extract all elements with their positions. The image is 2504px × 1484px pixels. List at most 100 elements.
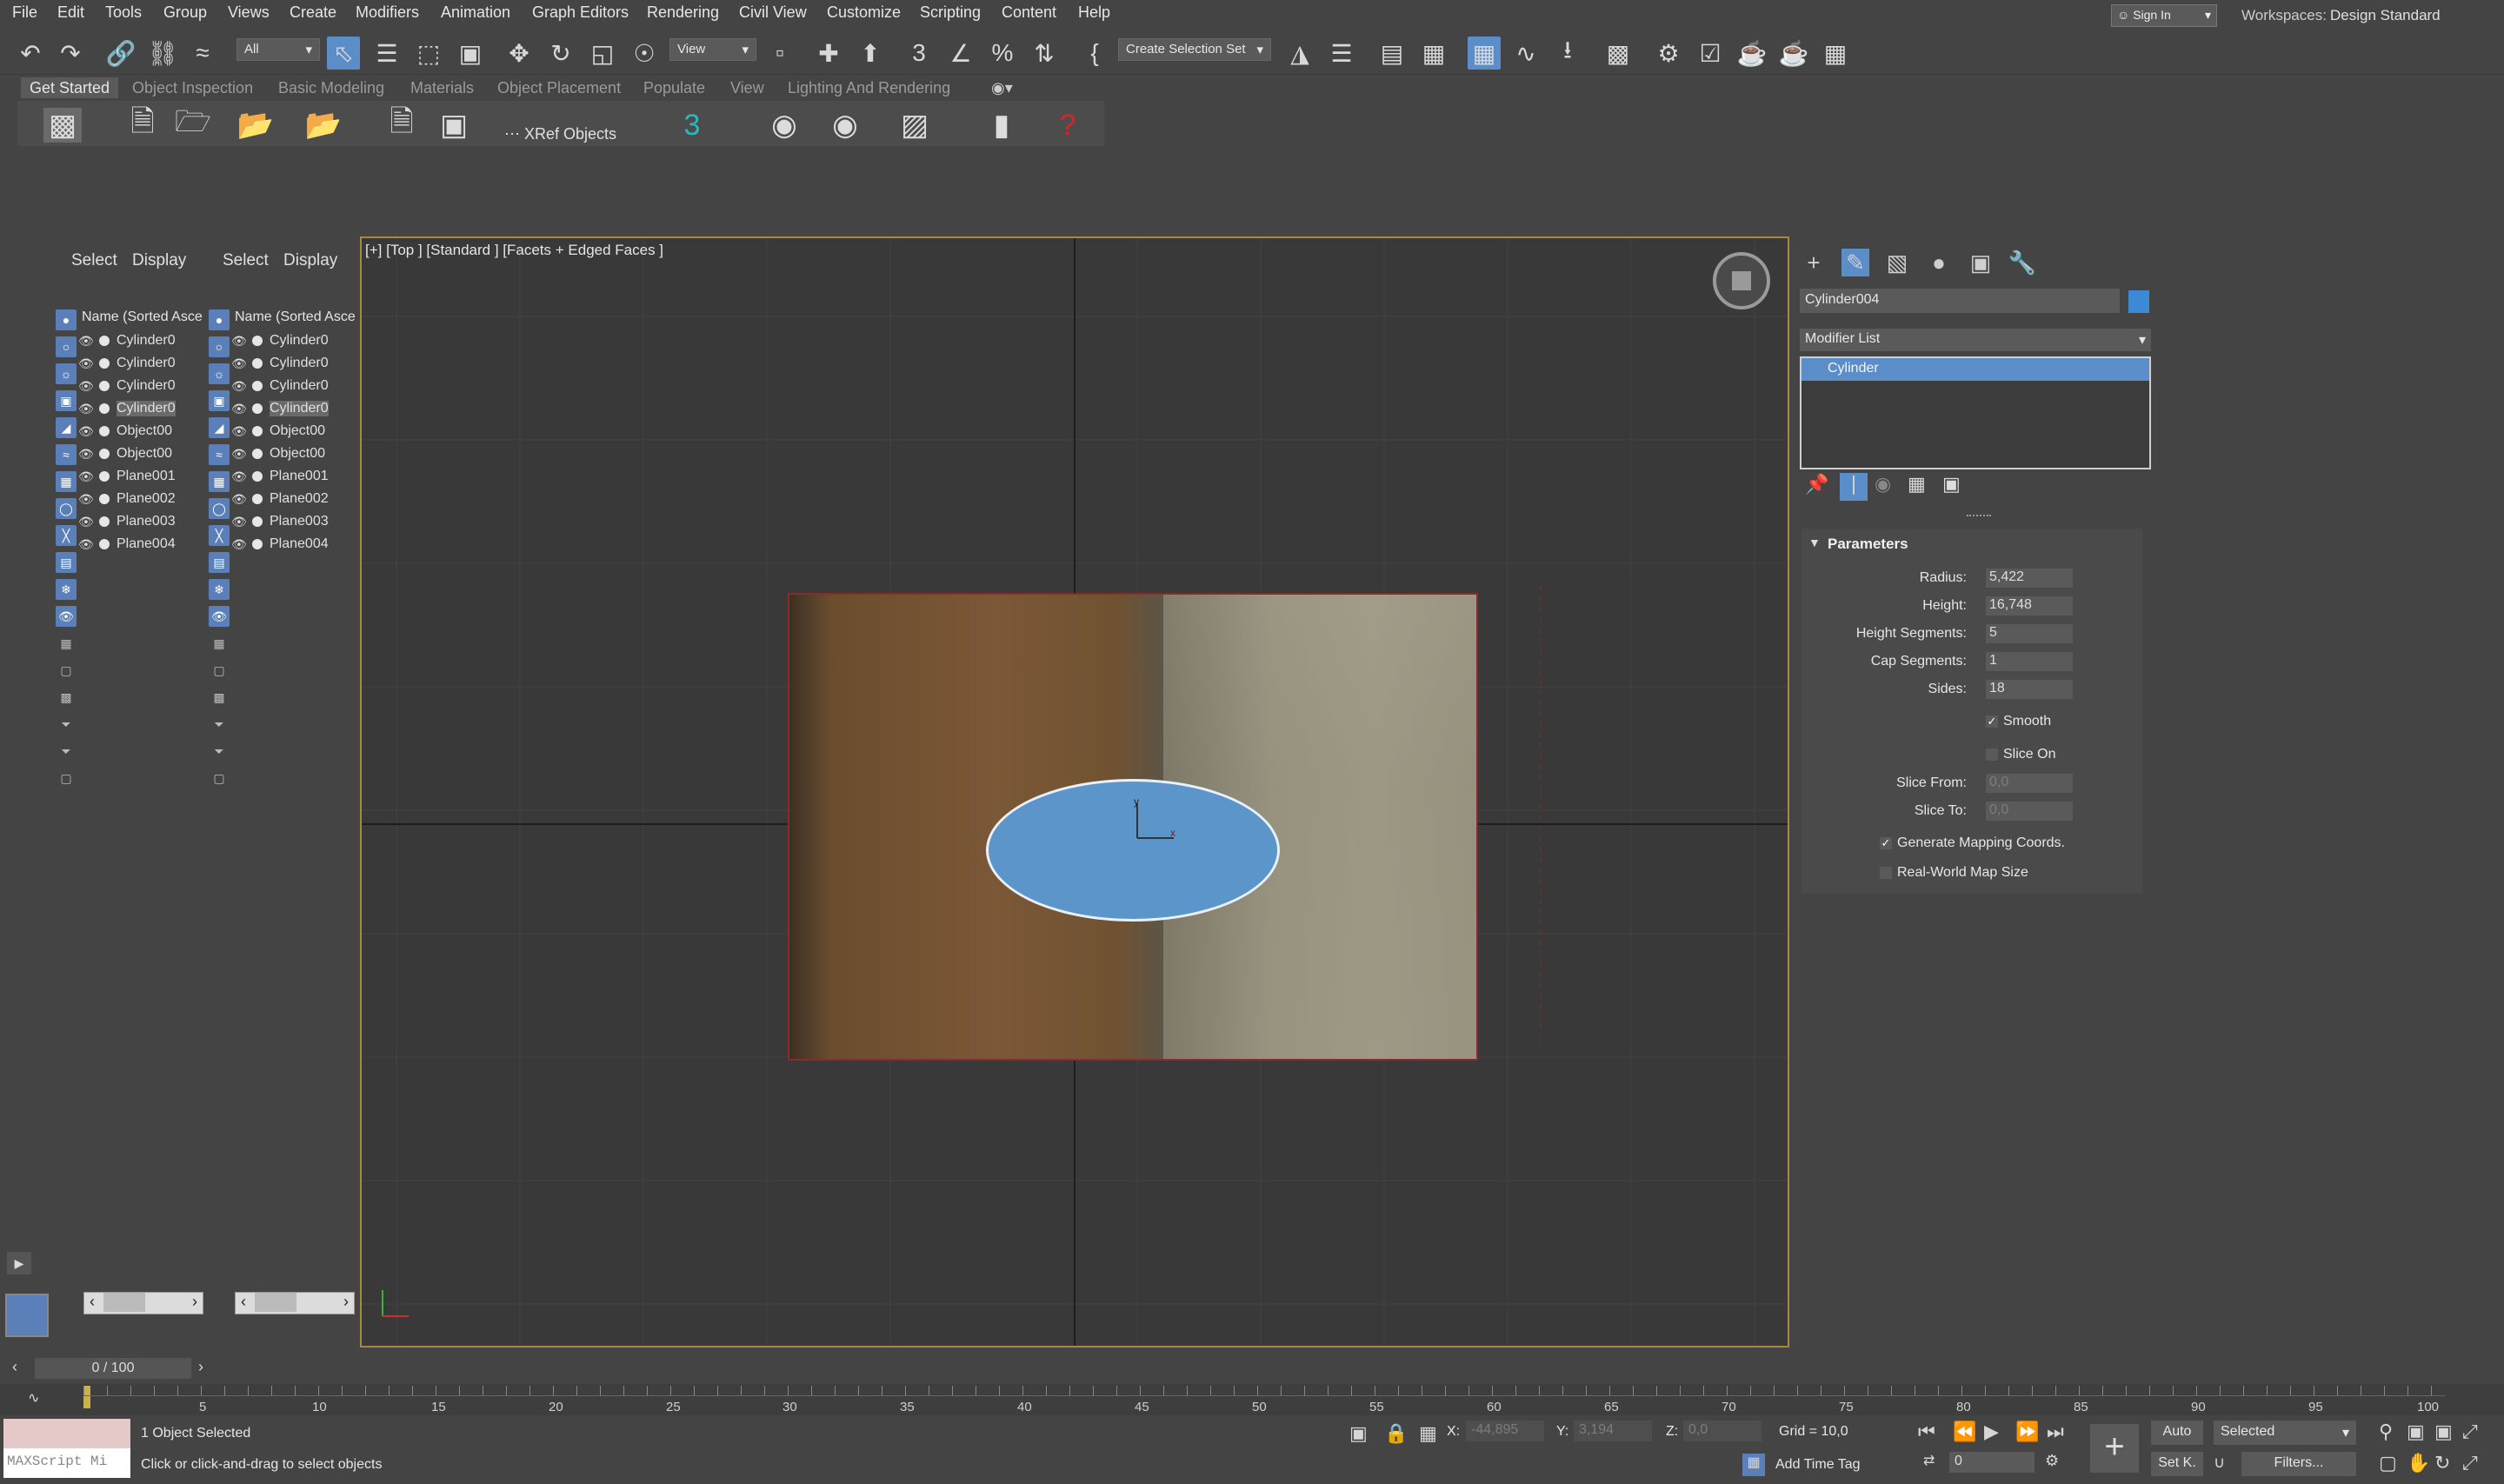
explorer1-row[interactable]: 👁 Cylinder0 [78, 330, 176, 351]
visibility-icon[interactable]: 👁 [231, 402, 249, 416]
freeze-dot-icon[interactable] [99, 381, 110, 391]
real-world-map-size-checkbox[interactable]: Real-World Map Size [1880, 862, 2028, 883]
explorer1-row[interactable]: 👁 Plane003 [78, 511, 176, 532]
film-reel-2-icon[interactable]: ◉ [826, 108, 864, 143]
freeze-dot-icon[interactable] [99, 336, 110, 346]
explorer1-name-column-header[interactable]: Name (Sorted Asce [82, 309, 203, 325]
visibility-icon[interactable]: 👁 [78, 447, 96, 462]
parameters-title[interactable]: Parameters [1828, 536, 1908, 553]
zoom-icon[interactable]: ⚲ [2379, 1421, 2393, 1443]
menu-customize[interactable]: Customize [827, 3, 901, 22]
percent-snap-icon[interactable]: % [986, 37, 1019, 70]
scroll-right-icon[interactable]: › [343, 1293, 349, 1311]
hidden-filter-icon[interactable]: 👁 [209, 606, 230, 627]
visibility-icon[interactable]: 👁 [231, 469, 249, 484]
select-by-name-icon[interactable]: ☰ [370, 37, 403, 70]
open-recent-icon[interactable]: 📂 [236, 108, 275, 143]
explorer2-row[interactable]: 👁 Object00 [231, 443, 329, 464]
freeze-dot-icon[interactable] [99, 471, 110, 482]
tab-view[interactable]: View [730, 79, 764, 97]
curve-editor-icon[interactable]: ∿ [1509, 37, 1542, 70]
explorer2-row[interactable]: 👁 Cylinder0 [231, 376, 329, 396]
workspaces-dropdown[interactable]: Design Standard [2330, 7, 2441, 24]
visibility-icon[interactable]: 👁 [231, 379, 249, 394]
place-icon[interactable]: ☉ [628, 37, 661, 70]
redo-icon[interactable]: ↷ [54, 37, 87, 70]
frozen-filter-icon[interactable]: ❄ [56, 579, 77, 600]
tab-populate[interactable]: Populate [643, 79, 705, 97]
lock-selection-icon[interactable]: 🔒 [1384, 1422, 1408, 1445]
explorer2-row[interactable]: 👁 Object00 [231, 421, 329, 442]
modifier-list-dropdown[interactable]: Modifier List ▾ [1800, 329, 2151, 351]
material-editor-icon[interactable]: ▩ [1602, 37, 1635, 70]
explorer2-row[interactable]: 👁 Cylinder0 [231, 330, 329, 351]
shapes-filter-icon[interactable]: ○ [209, 336, 230, 357]
slice-from-spinner[interactable]: 0,0 [1986, 774, 2073, 793]
new-scene-icon[interactable]: 🗎 [123, 105, 162, 143]
rendered-frame-window-icon[interactable]: ☑ [1694, 37, 1727, 70]
freeze-dot-icon[interactable] [99, 426, 110, 436]
invert-filter-icon[interactable]: ▩ [56, 687, 77, 708]
spacewarps-filter-icon[interactable]: ≈ [56, 444, 77, 465]
visibility-icon[interactable]: 👁 [78, 492, 96, 507]
freeze-dot-icon[interactable] [99, 358, 110, 369]
maximize-viewport-icon[interactable]: ⤢ [2462, 1452, 2478, 1474]
time-configuration-icon[interactable]: ⚙ [2045, 1452, 2059, 1470]
viewcube-compass-icon[interactable] [1713, 252, 1770, 309]
folder-icon[interactable]: ▢ [209, 768, 230, 789]
menu-create[interactable]: Create [290, 3, 336, 22]
height-spinner[interactable]: 16,748 [1986, 596, 2073, 616]
explorer2-horizontal-scrollbar[interactable]: ‹ › [235, 1292, 355, 1314]
modify-tab-icon[interactable]: ✎ [1841, 249, 1869, 276]
explorer2-row[interactable]: 👁 Plane002 [231, 489, 329, 509]
link-icon[interactable]: 🔗 [104, 37, 137, 70]
time-next-icon[interactable]: › [198, 1358, 203, 1376]
snaps-toggle-icon[interactable]: 3 [902, 37, 936, 70]
spinner-snap-icon[interactable]: ⇅ [1028, 37, 1061, 70]
explorer2-row[interactable]: 👁 Plane003 [231, 511, 329, 532]
go-to-start-icon[interactable]: ⏮ [1918, 1421, 1935, 1443]
time-slider[interactable]: 0 / 100 [35, 1358, 191, 1379]
menu-edit[interactable]: Edit [57, 3, 84, 22]
containers-filter-icon[interactable]: ▤ [209, 552, 230, 573]
window-crossing-icon[interactable]: ▣ [454, 37, 487, 70]
zoom-all-icon[interactable]: ▣ [2407, 1421, 2425, 1443]
menu-graph-editors[interactable]: Graph Editors [532, 3, 629, 22]
viewport-layout-icon[interactable] [5, 1294, 49, 1337]
create-tab-icon[interactable]: + [1800, 249, 1828, 276]
funnel-2-icon[interactable]: ⏷ [209, 741, 230, 762]
freeze-dot-icon[interactable] [99, 516, 110, 527]
visibility-icon[interactable]: 👁 [78, 356, 96, 371]
funnel-icon[interactable]: ⏷ [56, 714, 77, 735]
xrefs-filter-icon[interactable]: ◯ [209, 498, 230, 519]
visibility-icon[interactable]: 👁 [78, 334, 96, 349]
bones-filter-icon[interactable]: ╳ [209, 525, 230, 546]
help-icon[interactable]: ? [1049, 108, 1087, 143]
pan-icon[interactable]: ✋ [2407, 1452, 2430, 1474]
go-to-end-icon[interactable]: ⏭ [2047, 1421, 2064, 1443]
funnel-2-icon[interactable]: ⏷ [56, 741, 77, 762]
explorer1-horizontal-scrollbar[interactable]: ‹ › [83, 1292, 203, 1314]
previous-frame-icon[interactable]: ⏪ [1953, 1421, 1976, 1443]
all-filter-icon[interactable]: ▦ [209, 633, 230, 654]
visibility-icon[interactable]: 👁 [231, 356, 249, 371]
orbit-icon[interactable]: ↻ [2434, 1452, 2450, 1474]
z-coordinate-field[interactable]: 0,0 [1683, 1421, 1761, 1441]
visibility-icon[interactable]: 👁 [231, 424, 249, 439]
pivot-icon[interactable]: ▫ [763, 37, 796, 70]
shapes-filter-icon[interactable]: ○ [56, 336, 77, 357]
key-filter-select[interactable]: Selected ▾ [2214, 1421, 2356, 1445]
film-reel-icon[interactable]: ◉ [765, 108, 803, 143]
folder-icon[interactable]: ▢ [56, 768, 77, 789]
explorer1-row[interactable]: 👁 Plane001 [78, 466, 176, 487]
angle-snap-icon[interactable]: ∠ [944, 37, 977, 70]
set-key-plus-icon[interactable]: + [2090, 1424, 2139, 1473]
explorer1-row[interactable]: 👁 Object00 [78, 421, 176, 442]
tab-object-placement[interactable]: Object Placement [497, 79, 621, 97]
freeze-dot-icon[interactable] [252, 403, 263, 414]
selection-filter-select[interactable]: All ▾ [236, 38, 320, 61]
menu-scripting[interactable]: Scripting [920, 3, 981, 22]
tab-get-started[interactable]: Get Started [21, 77, 119, 98]
object-name-field[interactable]: Cylinder004 [1800, 289, 2120, 313]
groups-filter-icon[interactable]: ▦ [56, 471, 77, 492]
